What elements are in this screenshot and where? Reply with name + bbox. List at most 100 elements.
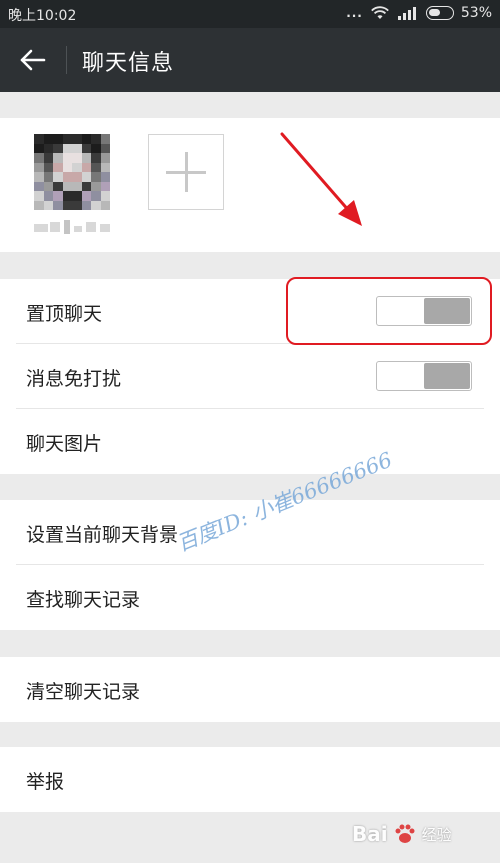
row-search-history[interactable]: 查找聊天记录 <box>16 565 484 630</box>
avatar-pixel <box>100 172 110 182</box>
avatar-pixel <box>43 153 54 163</box>
avatar-pixel <box>53 143 63 154</box>
avatar-pixel <box>43 200 54 210</box>
avatar-pixel <box>43 191 54 201</box>
avatar-pixel <box>100 181 110 192</box>
settings-group-4: 举报 <box>0 747 500 812</box>
row-label: 消息免打扰 <box>26 368 122 390</box>
avatar-pixel <box>100 191 110 201</box>
avatar-pixel <box>62 143 73 154</box>
avatar-pixel <box>91 181 101 192</box>
avatar-pixel <box>81 143 92 154</box>
avatar-pixel <box>91 172 101 182</box>
avatar-pixel <box>62 191 73 201</box>
avatar-pixel <box>43 172 54 182</box>
status-icons: ... 53% <box>346 5 492 21</box>
signal-icon <box>397 7 416 20</box>
avatar-pixel <box>72 191 82 201</box>
wifi-icon <box>371 6 389 19</box>
avatar-pixel <box>43 181 54 192</box>
avatar-pixel <box>91 134 101 144</box>
avatar-pixel <box>62 172 73 182</box>
avatar-pixel <box>34 191 44 201</box>
battery-icon <box>425 6 454 20</box>
avatar-pixel <box>34 162 44 173</box>
avatar-pixel <box>91 143 101 154</box>
avatar-pixel <box>81 134 92 144</box>
avatar-pixel <box>34 181 44 192</box>
avatar-pixel <box>34 143 44 154</box>
avatar-pixel <box>34 200 44 210</box>
baidu-jingyan-logo: Bai 经验 <box>352 814 492 854</box>
member-avatar[interactable] <box>34 134 110 210</box>
row-report[interactable]: 举报 <box>16 747 484 812</box>
avatar-pixel <box>72 134 82 144</box>
avatar-pixel <box>100 153 110 163</box>
avatar-pixel <box>100 200 110 210</box>
more-dots-icon: ... <box>346 6 363 20</box>
row-label: 查找聊天记录 <box>26 589 141 611</box>
avatar-pixel <box>81 191 92 201</box>
annotation-highlight-box <box>286 277 492 345</box>
avatar-pixel <box>81 200 92 210</box>
avatar-pixel <box>72 172 82 182</box>
avatar-pixel <box>72 143 82 154</box>
avatar-pixel <box>72 162 82 173</box>
avatar-pixel <box>34 172 44 182</box>
avatar-pixel <box>91 153 101 163</box>
paw-icon <box>395 824 415 843</box>
row-label: 置顶聊天 <box>26 303 103 325</box>
avatar-pixel <box>81 181 92 192</box>
avatar-pixel <box>53 153 63 163</box>
battery-percent: 53% <box>460 5 492 21</box>
avatar-pixel <box>43 134 54 144</box>
avatar-pixel <box>53 200 63 210</box>
app-bar: 聊天信息 <box>0 28 500 92</box>
avatar-pixel <box>81 162 92 173</box>
avatar-pixel <box>53 191 63 201</box>
avatar-pixel <box>62 200 73 210</box>
avatar-pixel <box>43 162 54 173</box>
avatar-pixel <box>53 134 63 144</box>
avatar-pixel <box>91 200 101 210</box>
avatar-pixel <box>62 181 73 192</box>
avatar-pixel <box>53 172 63 182</box>
avatar-pixel <box>81 153 92 163</box>
avatar-pixel <box>62 162 73 173</box>
toggle-thumb <box>424 363 470 389</box>
row-label: 举报 <box>26 771 65 793</box>
avatar-pixel <box>100 134 110 144</box>
avatar-pixel <box>100 162 110 173</box>
avatar-pixel <box>62 134 73 144</box>
avatar-pixel <box>62 153 73 163</box>
row-chat-images[interactable]: 聊天图片 <box>16 409 484 474</box>
row-label: 清空聊天记录 <box>26 681 141 703</box>
logo-suffix: 经验 <box>421 825 452 844</box>
logo-text: Bai <box>352 822 388 846</box>
row-clear-history[interactable]: 清空聊天记录 <box>16 657 484 722</box>
members-section <box>0 118 500 252</box>
avatar-pixel <box>91 191 101 201</box>
appbar-divider <box>66 46 67 74</box>
avatar-pixel <box>100 143 110 154</box>
avatar-pixel <box>72 181 82 192</box>
avatar-pixel <box>34 153 44 163</box>
avatar-pixel <box>72 153 82 163</box>
status-bar: 晚上10:02 ... 53% <box>0 0 500 28</box>
avatar-pixel <box>72 200 82 210</box>
mute-toggle[interactable] <box>376 361 472 391</box>
page-title: 聊天信息 <box>82 51 175 76</box>
avatar-pixel <box>91 162 101 173</box>
member-name-blurred <box>34 220 112 234</box>
annotation-arrow-icon <box>280 132 362 226</box>
status-time: 晚上10:02 <box>8 8 77 24</box>
settings-group-3: 清空聊天记录 <box>0 657 500 722</box>
arrow-left-icon[interactable] <box>18 46 48 74</box>
avatar-pixel <box>53 181 63 192</box>
row-label: 设置当前聊天背景 <box>26 524 179 546</box>
avatar-pixel <box>81 172 92 182</box>
row-mute[interactable]: 消息免打扰 <box>16 344 484 409</box>
avatar-pixel <box>34 134 44 144</box>
row-label: 聊天图片 <box>26 433 103 455</box>
add-member-button[interactable] <box>148 134 224 210</box>
